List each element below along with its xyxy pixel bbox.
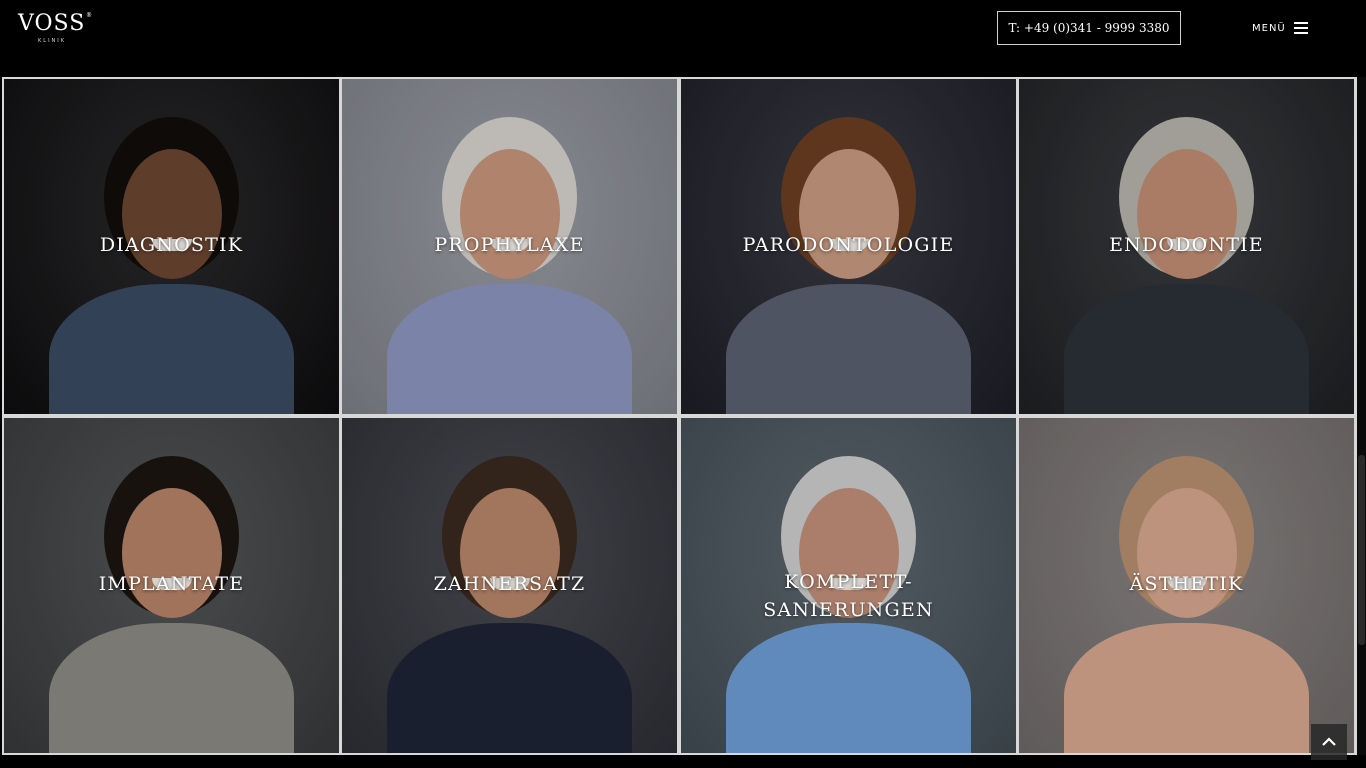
service-tile[interactable]: PROPHYLAXE	[342, 79, 677, 414]
logo-subtitle: KLINIK	[38, 38, 67, 44]
service-tile[interactable]: ÄSTHETIK	[1019, 418, 1354, 753]
site-header: VOSS ® KLINIK T: +49 (0)341 - 9999 3380 …	[0, 0, 1366, 76]
bottom-strip	[0, 755, 1366, 768]
service-tile[interactable]: ZAHNERSATZ	[342, 418, 677, 753]
menu-icon	[1293, 22, 1308, 34]
service-tile[interactable]: PARODONTOLOGIE	[681, 79, 1016, 414]
service-tile[interactable]: KOMPLETT- SANIERUNGEN	[681, 418, 1016, 753]
service-tile[interactable]: ENDODONTIE	[1019, 79, 1354, 414]
logo-registered-mark: ®	[86, 12, 92, 19]
back-to-top-button[interactable]	[1311, 724, 1347, 760]
service-tile[interactable]: DIAGNOSTIK	[4, 79, 339, 414]
menu-label: MENÜ	[1252, 22, 1286, 34]
logo-wordmark: VOSS	[18, 11, 86, 36]
menu-button[interactable]: MENÜ	[1252, 19, 1308, 37]
tile-label: PARODONTOLOGIE	[742, 234, 955, 256]
phone-button[interactable]: T: +49 (0)341 - 9999 3380	[997, 11, 1181, 45]
service-grid: DIAGNOSTIK PROPHYLAXE PARODONTOLOGIE ENDODO…	[2, 77, 1357, 755]
tile-label: DIAGNOSTIK	[99, 234, 244, 256]
tile-label: ZAHNERSATZ	[433, 573, 586, 595]
scrollbar[interactable]	[1357, 77, 1366, 755]
tile-label: ENDODONTIE	[1109, 234, 1264, 256]
scrollbar-thumb[interactable]	[1358, 455, 1365, 645]
logo[interactable]: VOSS ® KLINIK	[18, 12, 98, 46]
chevron-up-icon	[1322, 737, 1336, 746]
phone-number: T: +49 (0)341 - 9999 3380	[1008, 21, 1170, 35]
tile-label: PROPHYLAXE	[434, 234, 585, 256]
tile-label: IMPLANTATE	[98, 573, 245, 595]
service-tile[interactable]: IMPLANTATE	[4, 418, 339, 753]
tile-label: KOMPLETT- SANIERUNGEN	[763, 571, 934, 621]
tile-label: ÄSTHETIK	[1129, 573, 1244, 595]
